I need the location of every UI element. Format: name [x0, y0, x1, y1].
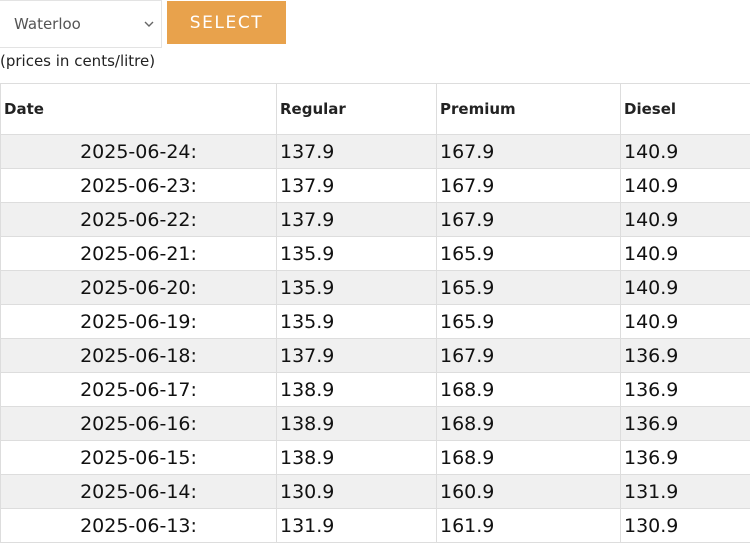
table-row: 2025-06-17: 138.9 168.9 136.9: [0, 372, 750, 407]
premium-cell: 167.9: [436, 338, 621, 373]
diesel-cell: 140.9: [620, 304, 750, 339]
table-row: 2025-06-19: 135.9 165.9 140.9: [0, 304, 750, 339]
premium-cell: 161.9: [436, 508, 621, 543]
premium-cell: 167.9: [436, 134, 621, 169]
premium-cell: 168.9: [436, 440, 621, 475]
diesel-cell: 136.9: [620, 406, 750, 441]
table-row: 2025-06-18: 137.9 167.9 136.9: [0, 338, 750, 373]
premium-cell: 168.9: [436, 372, 621, 407]
diesel-cell: 140.9: [620, 270, 750, 305]
regular-cell: 135.9: [276, 236, 437, 271]
diesel-cell: 140.9: [620, 134, 750, 169]
table-row: 2025-06-14: 130.9 160.9 131.9: [0, 474, 750, 509]
premium-cell: 167.9: [436, 168, 621, 203]
premium-cell: 165.9: [436, 236, 621, 271]
regular-cell: 138.9: [276, 372, 437, 407]
table-row: 2025-06-15: 138.9 168.9 136.9: [0, 440, 750, 475]
date-cell: 2025-06-19:: [0, 304, 277, 339]
diesel-cell: 140.9: [620, 168, 750, 203]
regular-cell: 138.9: [276, 440, 437, 475]
regular-cell: 135.9: [276, 304, 437, 339]
table-row: 2025-06-24: 137.9 167.9 140.9: [0, 134, 750, 169]
premium-cell: 168.9: [436, 406, 621, 441]
diesel-cell: 136.9: [620, 338, 750, 373]
date-cell: 2025-06-24:: [0, 134, 277, 169]
table-header-row: Date Regular Premium Diesel: [0, 83, 750, 135]
regular-cell: 138.9: [276, 406, 437, 441]
premium-cell: 160.9: [436, 474, 621, 509]
regular-cell: 137.9: [276, 202, 437, 237]
table-row: 2025-06-22: 137.9 167.9 140.9: [0, 202, 750, 237]
regular-cell: 131.9: [276, 508, 437, 543]
select-button[interactable]: SELECT: [167, 1, 286, 44]
price-table: Date Regular Premium Diesel 2025-06-24: …: [0, 83, 750, 543]
table-row: 2025-06-20: 135.9 165.9 140.9: [0, 270, 750, 305]
header-diesel: Diesel: [620, 83, 750, 135]
diesel-cell: 136.9: [620, 372, 750, 407]
regular-cell: 137.9: [276, 168, 437, 203]
location-select-value: Waterloo: [14, 15, 81, 33]
gas-price-page: Waterloo SELECT (prices in cents/litre) …: [0, 0, 750, 544]
date-cell: 2025-06-17:: [0, 372, 277, 407]
date-cell: 2025-06-15:: [0, 440, 277, 475]
table-row: 2025-06-13: 131.9 161.9 130.9: [0, 508, 750, 543]
units-note: (prices in cents/litre): [0, 52, 156, 70]
regular-cell: 130.9: [276, 474, 437, 509]
table-row: 2025-06-21: 135.9 165.9 140.9: [0, 236, 750, 271]
chevron-down-icon: [144, 21, 154, 27]
date-cell: 2025-06-16:: [0, 406, 277, 441]
premium-cell: 167.9: [436, 202, 621, 237]
date-cell: 2025-06-20:: [0, 270, 277, 305]
location-toolbar: Waterloo SELECT: [0, 0, 750, 50]
diesel-cell: 140.9: [620, 236, 750, 271]
regular-cell: 135.9: [276, 270, 437, 305]
date-cell: 2025-06-14:: [0, 474, 277, 509]
date-cell: 2025-06-22:: [0, 202, 277, 237]
date-cell: 2025-06-21:: [0, 236, 277, 271]
premium-cell: 165.9: [436, 304, 621, 339]
header-regular: Regular: [276, 83, 437, 135]
location-select[interactable]: Waterloo: [0, 0, 162, 48]
regular-cell: 137.9: [276, 134, 437, 169]
header-premium: Premium: [436, 83, 621, 135]
date-cell: 2025-06-13:: [0, 508, 277, 543]
date-cell: 2025-06-23:: [0, 168, 277, 203]
diesel-cell: 140.9: [620, 202, 750, 237]
diesel-cell: 131.9: [620, 474, 750, 509]
header-date: Date: [0, 83, 277, 135]
premium-cell: 165.9: [436, 270, 621, 305]
table-row: 2025-06-16: 138.9 168.9 136.9: [0, 406, 750, 441]
table-row: 2025-06-23: 137.9 167.9 140.9: [0, 168, 750, 203]
diesel-cell: 130.9: [620, 508, 750, 543]
diesel-cell: 136.9: [620, 440, 750, 475]
date-cell: 2025-06-18:: [0, 338, 277, 373]
regular-cell: 137.9: [276, 338, 437, 373]
